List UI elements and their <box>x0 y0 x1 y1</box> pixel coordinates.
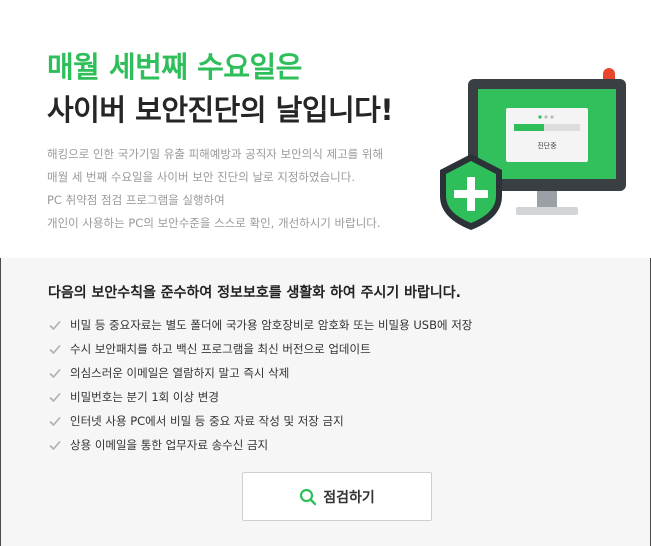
list-item: 비밀번호는 분기 1회 이상 변경 <box>48 385 472 409</box>
rules-heading: 다음의 보안수칙을 준수하여 정보보호를 생활화 하여 주시기 바랍니다. <box>48 285 461 301</box>
rules-list: 비밀 등 중요자료는 별도 폴더에 국가용 암호장비로 암호화 또는 비밀용 U… <box>48 313 472 457</box>
monitor-illustration: 진단중 <box>440 62 640 242</box>
run-check-button[interactable]: 점검하기 <box>242 472 432 521</box>
headline-primary: 매월 세번째 수요일은 <box>47 50 302 84</box>
rule-text: 비밀번호는 분기 1회 이상 변경 <box>70 390 219 404</box>
rule-text: 인터넷 사용 PC에서 비밀 등 중요 자료 작성 및 저장 금지 <box>70 414 344 428</box>
checkmark-icon <box>49 416 61 427</box>
hero-section: 매월 세번째 수요일은 사이버 보안진단의 날입니다! 해킹으로 인한 국가기밀… <box>0 0 651 258</box>
checkmark-icon <box>49 344 61 355</box>
search-icon <box>300 488 317 505</box>
checkmark-icon <box>49 320 61 331</box>
rule-text: 비밀 등 중요자료는 별도 폴더에 국가용 암호장비로 암호화 또는 비밀용 U… <box>70 318 473 332</box>
description-line: 매월 세 번째 수요일을 사이버 보안 진단의 날로 지정하였습니다. <box>47 170 355 184</box>
description-line: PC 취약점 점검 프로그램을 실행하여 <box>47 193 225 207</box>
checkmark-icon <box>49 392 61 403</box>
list-item: 인터넷 사용 PC에서 비밀 등 중요 자료 작성 및 저장 금지 <box>48 409 472 433</box>
checkmark-icon <box>49 368 61 379</box>
list-item: 비밀 등 중요자료는 별도 폴더에 국가용 암호장비로 암호화 또는 비밀용 U… <box>48 313 472 337</box>
security-rules-panel: 다음의 보안수칙을 준수하여 정보보호를 생활화 하여 주시기 바랍니다. 비밀… <box>1 258 650 546</box>
description-line: 개인이 사용하는 PC의 보안수준을 스스로 확인, 개선하시기 바랍니다. <box>47 216 381 230</box>
hero-description: 해킹으로 인한 국가기밀 유출 피해예방과 공직자 보안의식 제고를 위해 매월… <box>47 143 447 235</box>
plus-shield-icon <box>440 154 502 230</box>
screen-status-label: 진단중 <box>537 141 557 150</box>
list-item: 의심스러운 이메일은 열람하지 말고 즉시 삭제 <box>48 361 472 385</box>
headline-secondary: 사이버 보안진단의 날입니다! <box>47 93 394 127</box>
list-item: 수시 보안패치를 하고 백신 프로그램을 최신 버전으로 업데이트 <box>48 337 472 361</box>
rule-text: 의심스러운 이메일은 열람하지 말고 즉시 삭제 <box>70 366 290 380</box>
description-line: 해킹으로 인한 국가기밀 유출 피해예방과 공직자 보안의식 제고를 위해 <box>47 147 384 161</box>
rule-text: 상용 이메일을 통한 업무자료 송수신 금지 <box>70 438 269 452</box>
run-check-label: 점검하기 <box>323 488 375 505</box>
rule-text: 수시 보안패치를 하고 백신 프로그램을 최신 버전으로 업데이트 <box>70 342 371 356</box>
list-item: 상용 이메일을 통한 업무자료 송수신 금지 <box>48 433 472 457</box>
checkmark-icon <box>49 440 61 451</box>
